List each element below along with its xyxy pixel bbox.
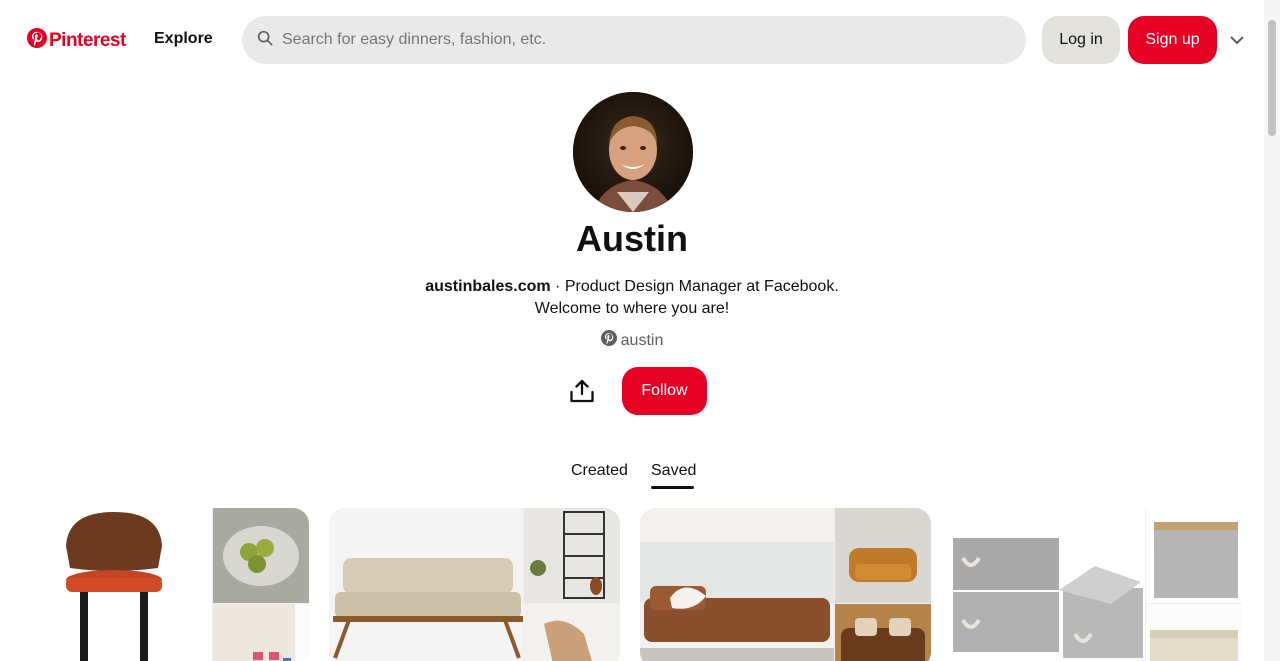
signup-button[interactable]: Sign up (1128, 16, 1217, 64)
board-image (835, 508, 931, 603)
board-image (213, 604, 309, 661)
active-tab-indicator (651, 486, 694, 489)
top-nav: Pinterest Explore Log in Sign up (0, 0, 1264, 80)
explore-link[interactable]: Explore (154, 30, 213, 48)
board-cover-image (329, 508, 523, 661)
pinterest-logo[interactable]: Pinterest (27, 28, 126, 53)
board-card[interactable] (951, 508, 1242, 661)
search-bar[interactable] (242, 16, 1026, 64)
bio-text: Product Design Manager at Facebook. Welc… (534, 278, 839, 317)
website-link[interactable]: austinbales.com (425, 278, 550, 295)
handle-text: austin (620, 331, 664, 349)
board-card[interactable] (640, 508, 931, 661)
board-image (524, 604, 620, 661)
board-cover-image (18, 508, 212, 661)
board-image (1146, 508, 1242, 603)
board-image (213, 508, 309, 603)
profile-handle: austin (0, 330, 1264, 351)
chevron-down-icon[interactable] (1229, 33, 1245, 52)
pinterest-icon (27, 28, 47, 53)
avatar (573, 92, 693, 212)
board-card[interactable] (18, 508, 309, 661)
board-image (524, 508, 620, 603)
login-button[interactable]: Log in (1042, 16, 1120, 64)
board-cover-image (640, 508, 834, 661)
follow-button[interactable]: Follow (622, 367, 707, 415)
logo-text: Pinterest (49, 29, 126, 51)
profile-bio: austinbales.com · Product Design Manager… (390, 276, 874, 320)
scrollbar[interactable] (1264, 0, 1280, 661)
search-icon (257, 30, 273, 51)
board-cover-image (951, 508, 1145, 661)
pinterest-icon (600, 330, 617, 351)
search-input[interactable] (282, 31, 982, 49)
profile-name: Austin (576, 218, 688, 259)
tab-created[interactable]: Created (571, 462, 628, 480)
board-image (1146, 604, 1242, 661)
share-icon[interactable] (566, 375, 598, 407)
board-card[interactable] (329, 508, 620, 661)
tab-saved[interactable]: Saved (651, 462, 696, 480)
bio-separator: · (550, 278, 565, 295)
scrollbar-thumb[interactable] (1268, 20, 1276, 136)
board-image (835, 604, 931, 661)
